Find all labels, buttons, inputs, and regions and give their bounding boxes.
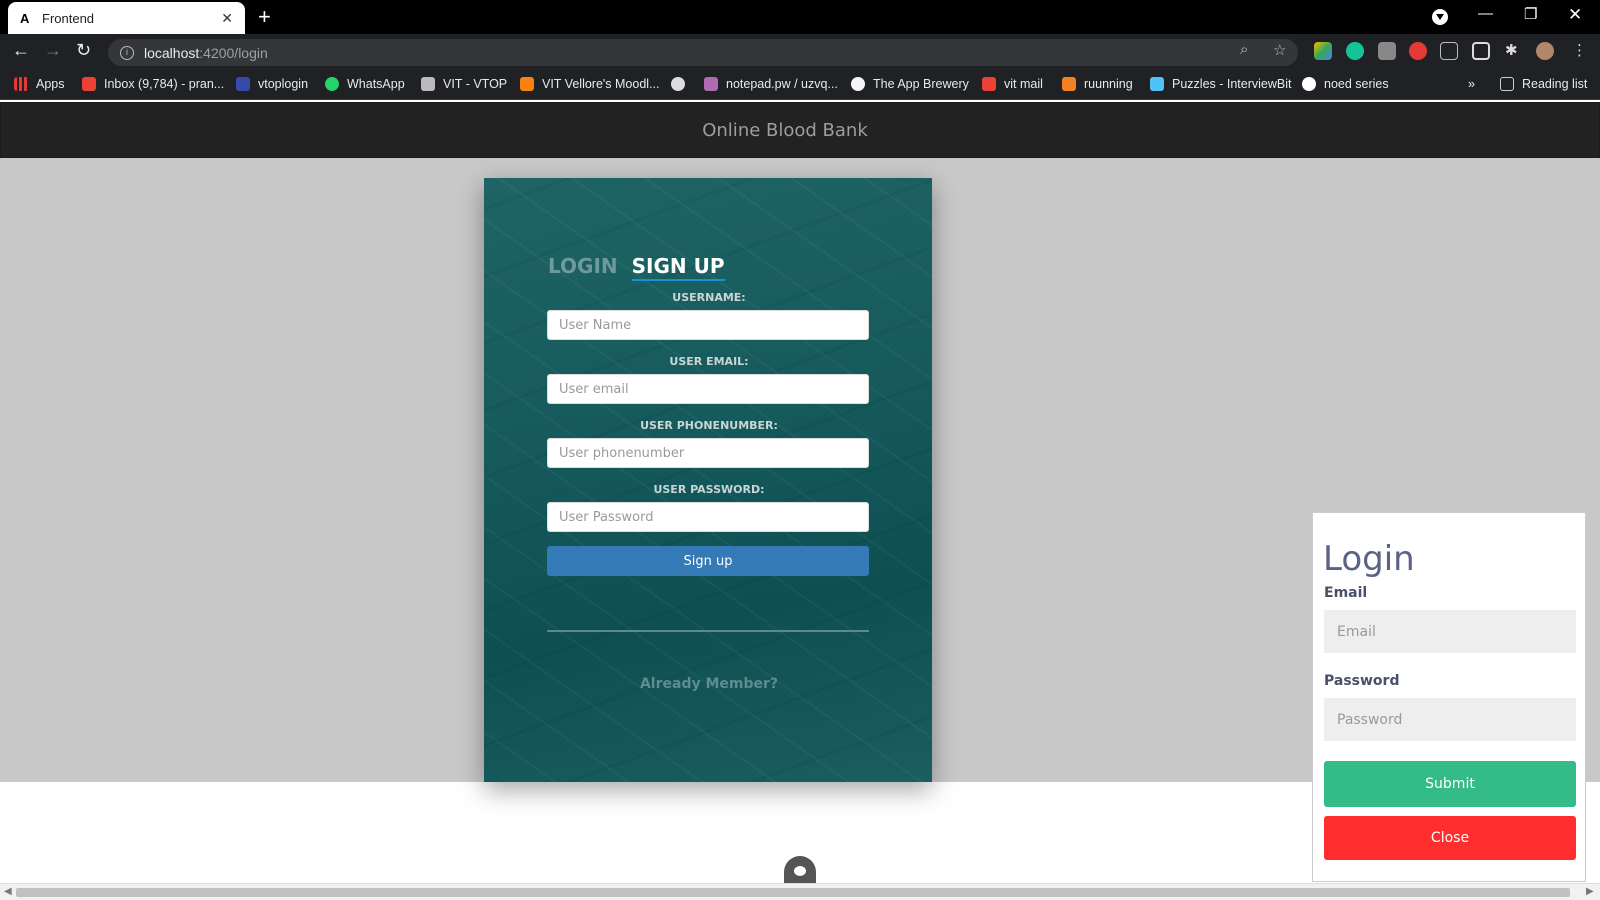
- tab-search-icon[interactable]: [1432, 9, 1448, 25]
- password-input[interactable]: [547, 502, 869, 532]
- scroll-left-icon[interactable]: ◀: [4, 886, 12, 897]
- browser-tab-strip: A Frontend ✕ + — ❐ ✕: [0, 0, 1600, 34]
- horizontal-scrollbar[interactable]: ◀ ▶: [0, 883, 1600, 900]
- bookmark-apps[interactable]: Apps: [14, 77, 65, 91]
- bookmark-inbox[interactable]: Inbox (9,784) - pran...: [82, 77, 224, 91]
- login-password-input[interactable]: [1324, 698, 1576, 741]
- already-member-link[interactable]: Already Member?: [548, 676, 870, 692]
- bookmark-app-brewery[interactable]: The App Brewery: [851, 77, 969, 91]
- phonenumber-label: USER PHONENUMBER:: [640, 419, 778, 432]
- bookmark-whatsapp[interactable]: WhatsApp: [325, 77, 405, 91]
- signup-button[interactable]: Sign up: [547, 546, 869, 576]
- app-navbar: Online Blood Bank: [0, 102, 1600, 158]
- grammarly-extension-icon[interactable]: [1346, 42, 1364, 60]
- github-icon: [1302, 77, 1316, 91]
- app-title[interactable]: Online Blood Bank: [702, 120, 868, 141]
- tab-login[interactable]: LOGIN: [548, 254, 618, 281]
- close-window-icon[interactable]: ✕: [1568, 5, 1582, 25]
- email-input[interactable]: [547, 374, 869, 404]
- forward-icon[interactable]: →: [44, 40, 62, 61]
- reading-list-icon: [1500, 77, 1514, 91]
- bookmarks-bar: Apps Inbox (9,784) - pran... vtoplogin W…: [0, 70, 1600, 100]
- password-label: USER PASSWORD:: [653, 483, 765, 496]
- reload-icon[interactable]: ↻: [76, 40, 91, 61]
- browser-tab[interactable]: A Frontend ✕: [8, 2, 245, 34]
- signup-card: LOGIN SIGN UP USERNAME: USER EMAIL: USER…: [484, 178, 932, 782]
- auth-tabs: LOGIN SIGN UP: [548, 254, 725, 281]
- omnibox[interactable]: i localhost:4200/login: [108, 39, 1298, 66]
- tab-close-icon[interactable]: ✕: [221, 10, 233, 27]
- e-extension-icon[interactable]: [1378, 42, 1396, 60]
- login-password-label: Password: [1324, 673, 1400, 689]
- bookmark-moodle[interactable]: VIT Vellore's Moodl...: [520, 77, 660, 91]
- minimize-icon[interactable]: —: [1478, 5, 1493, 22]
- reading-list[interactable]: Reading list: [1500, 77, 1587, 91]
- login-popup-title: Login: [1323, 539, 1415, 579]
- site-info-icon[interactable]: i: [120, 45, 134, 60]
- bookmark-noed-series[interactable]: noed series: [1302, 77, 1389, 91]
- interviewbit-icon: [1150, 77, 1164, 91]
- login-popup: Login Email Password Submit Close: [1312, 512, 1586, 882]
- bookmark-vit-mail[interactable]: vit mail: [982, 77, 1043, 91]
- bookmark-star-icon[interactable]: ☆: [1273, 41, 1286, 59]
- notepad-icon: [704, 77, 718, 91]
- scrollbar-thumb[interactable]: [16, 888, 1570, 897]
- whatsapp-icon: [325, 77, 339, 91]
- bookmark-interviewbit[interactable]: Puzzles - InterviewBit: [1150, 77, 1291, 91]
- address-toolbar: ← → ↻ i localhost:4200/login ⌕ ☆ ✱ ⋮: [0, 34, 1600, 70]
- brewery-icon: [851, 77, 865, 91]
- login-submit-button[interactable]: Submit: [1324, 761, 1576, 807]
- tab-title: Frontend: [42, 10, 95, 26]
- copy-extension-icon[interactable]: [1440, 42, 1458, 60]
- profile-avatar-icon[interactable]: [1536, 42, 1554, 60]
- bookmark-vit-vtop[interactable]: VIT - VTOP: [421, 77, 507, 91]
- gmail-icon: [982, 77, 996, 91]
- login-email-input[interactable]: [1324, 610, 1576, 653]
- zoom-icon[interactable]: ⌕: [1240, 41, 1248, 58]
- stack-icon: [1062, 77, 1076, 91]
- drive-extension-icon[interactable]: [1314, 42, 1332, 60]
- gmail-icon: [82, 77, 96, 91]
- floating-chat-icon[interactable]: [784, 856, 816, 884]
- url-text: localhost:4200/login: [144, 44, 268, 61]
- bookmark-vtoplogin[interactable]: vtoplogin: [236, 77, 308, 91]
- puzzle-extensions-icon[interactable]: ✱: [1505, 41, 1518, 59]
- bookmark-notepad[interactable]: notepad.pw / uzvq...: [704, 77, 838, 91]
- restore-icon[interactable]: ❐: [1524, 5, 1537, 23]
- cast-extension-icon[interactable]: [1472, 42, 1490, 60]
- menu-kebab-icon[interactable]: ⋮: [1572, 41, 1587, 59]
- vtop-icon: [236, 77, 250, 91]
- bookmark-globe[interactable]: [671, 77, 685, 91]
- page-icon: [421, 77, 435, 91]
- back-icon[interactable]: ←: [12, 40, 30, 61]
- phonenumber-input[interactable]: [547, 438, 869, 468]
- username-label: USERNAME:: [672, 291, 746, 304]
- card-divider: [547, 630, 869, 632]
- username-input[interactable]: [547, 310, 869, 340]
- bookmark-ruunning[interactable]: ruunning: [1062, 77, 1133, 91]
- globe-icon: [671, 77, 685, 91]
- red-extension-icon[interactable]: [1409, 42, 1427, 60]
- tab-signup[interactable]: SIGN UP: [631, 254, 725, 281]
- email-label: USER EMAIL:: [669, 355, 749, 368]
- moodle-icon: [520, 77, 534, 91]
- new-tab-icon[interactable]: +: [258, 4, 271, 30]
- login-email-label: Email: [1324, 585, 1368, 601]
- login-close-button[interactable]: Close: [1324, 816, 1576, 860]
- apps-grid-icon: [14, 77, 28, 91]
- bookmarks-overflow[interactable]: »: [1468, 77, 1475, 91]
- scroll-right-icon[interactable]: ▶: [1586, 886, 1594, 897]
- angular-favicon-icon: A: [20, 10, 30, 26]
